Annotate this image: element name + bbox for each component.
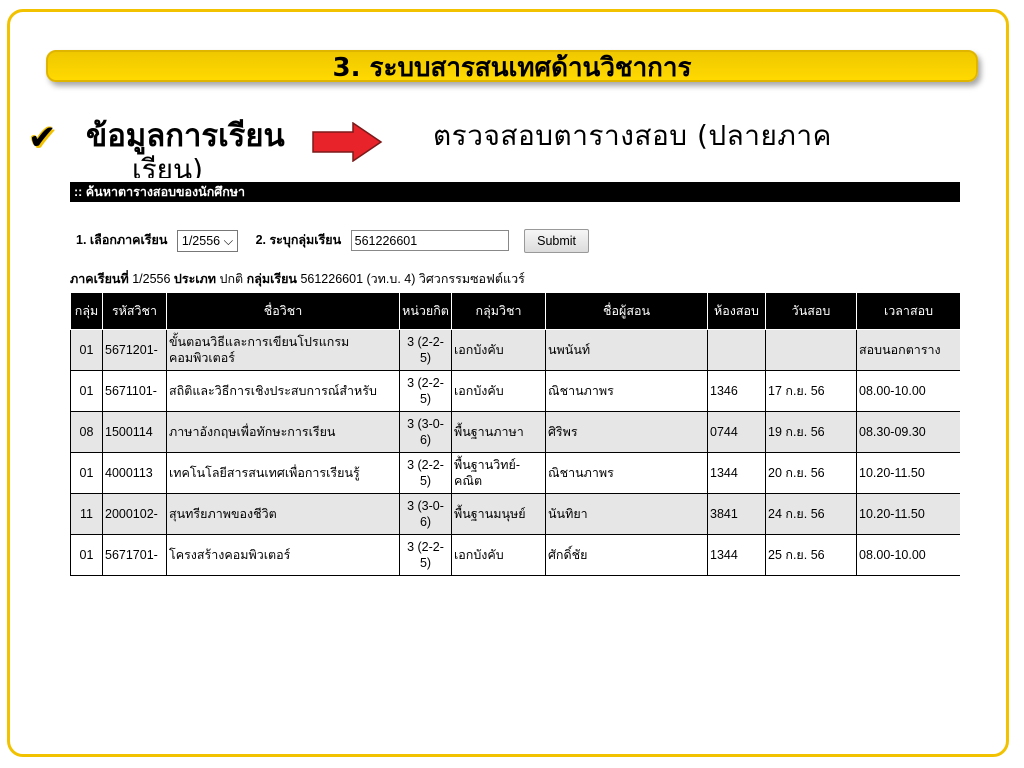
cell-time: 08.30-09.30 [856,411,960,453]
cell-teacher: ณิชานภาพร [545,370,708,412]
submit-button[interactable]: Submit [524,228,590,253]
col-header: ห้องสอบ [707,292,766,330]
cell-time: สอบนอกตาราง [856,329,960,371]
cell-time: 10.20-11.50 [856,493,960,535]
cell-name: โครงสร้างคอมพิวเตอร์ [166,534,400,576]
check-icon: ✔ [28,118,57,158]
cell-category: พื้นฐานมนุษย์ [451,493,546,535]
col-header: ชื่อผู้สอน [545,292,708,330]
cell-teacher: ศิริพร [545,411,708,453]
cell-date [765,329,857,371]
table-row: 01 5671201- ขั้นตอนวิธีและการเขียนโปรแกร… [70,329,960,371]
cell-room: 0744 [707,411,766,453]
cell-room [707,329,766,371]
cell-code: 5671701- [102,534,167,576]
slide-title: 3. ระบบสารสนเทศด้านวิชาการ [46,50,978,83]
cell-date: 25 ก.ย. 56 [765,534,857,576]
exam-search-screenshot: :: ค้นหาตารางสอบของนักศึกษา 1. เลือกภาคเ… [70,182,960,594]
cell-date: 17 ก.ย. 56 [765,370,857,412]
bullet-text-continued: เรียน) [132,153,204,178]
cell-time: 10.20-11.50 [856,452,960,494]
table-row: 11 2000102- สุนทรียภาพของชีวิต 3 (3-0-6)… [70,493,960,535]
cell-code: 5671201- [102,329,167,371]
col-header: ชื่อวิชา [166,292,400,330]
cell-group: 01 [70,370,103,412]
panel-header: :: ค้นหาตารางสอบของนักศึกษา [70,182,960,202]
cell-code: 1500114 [102,411,167,453]
cell-credit: 3 (2-2-5) [399,329,452,371]
chevron-down-icon: ⌵ [223,233,234,248]
cell-name: ภาษาอังกฤษเพื่อทักษะการเรียน [166,411,400,453]
info-type-label: ประเภท [173,272,217,286]
cell-room: 1344 [707,534,766,576]
semester-select-value: 1/2556 [181,233,221,248]
table-row: 01 4000113 เทคโนโลยีสารสนเทศเพื่อการเรีย… [70,452,960,494]
cell-category: เอกบังคับ [451,534,546,576]
cell-group: 01 [70,534,103,576]
cell-date: 20 ก.ย. 56 [765,452,857,494]
cell-teacher: นพนันท์ [545,329,708,371]
cell-room: 1346 [707,370,766,412]
table-row: 01 5671101- สถิติและวิธีการเชิงประสบการณ… [70,370,960,412]
cell-teacher: นันทิยา [545,493,708,535]
table-header-row: กลุ่ม รหัสวิชา ชื่อวิชา หน่วยกิต กลุ่มวิ… [70,292,960,330]
cell-category: พื้นฐานภาษา [451,411,546,453]
search-info: ภาคเรียนที่ 1/2556 ประเภท ปกติ กลุ่มเรีย… [70,270,525,288]
cell-name: สถิติและวิธีการเชิงประสบการณ์สำหรับ [166,370,400,412]
cell-credit: 3 (2-2-5) [399,534,452,576]
cell-group: 01 [70,452,103,494]
table-row: 01 5671701- โครงสร้างคอมพิวเตอร์ 3 (2-2-… [70,534,960,576]
cell-code: 5671101- [102,370,167,412]
cell-room: 3841 [707,493,766,535]
cell-credit: 3 (2-2-5) [399,370,452,412]
info-type-value: ปกติ [219,272,244,286]
exam-schedule-table: กลุ่ม รหัสวิชา ชื่อวิชา หน่วยกิต กลุ่มวิ… [70,292,960,576]
cell-date: 19 ก.ย. 56 [765,411,857,453]
cell-time: 08.00-10.00 [856,370,960,412]
cell-code: 4000113 [102,452,167,494]
cell-category: เอกบังคับ [451,370,546,412]
info-semester-value: 1/2556 [132,272,171,286]
cell-category: เอกบังคับ [451,329,546,371]
col-header: รหัสวิชา [102,292,167,330]
col-header: วันสอบ [765,292,857,330]
cell-teacher: ศักดิ์ชัย [545,534,708,576]
table-row: 08 1500114 ภาษาอังกฤษเพื่อทักษะการเรียน … [70,411,960,453]
cell-name: ขั้นตอนวิธีและการเขียนโปรแกรมคอมพิวเตอร์ [166,329,400,371]
info-group-label: กลุ่มเรียน [246,272,297,286]
cell-code: 2000102- [102,493,167,535]
cell-name: สุนทรียภาพของชีวิต [166,493,400,535]
cell-credit: 3 (2-2-5) [399,452,452,494]
col-header: กลุ่ม [70,292,103,330]
bullet-text: ตรวจสอบตารางสอบ (ปลายภาค [433,119,832,152]
cell-teacher: ณิชานภาพร [545,452,708,494]
cell-date: 24 ก.ย. 56 [765,493,857,535]
cell-credit: 3 (3-0-6) [399,493,452,535]
cell-group: 08 [70,411,103,453]
group-label: 2. ระบุกลุ่มเรียน [255,233,342,247]
col-header: หน่วยกิต [399,292,452,330]
info-semester-label: ภาคเรียนที่ [70,272,129,286]
info-group-value: 561226601 (วท.บ. 4) วิศวกรรมซอฟต์แวร์ [300,272,525,286]
col-header: กลุ่มวิชา [451,292,546,330]
semester-select[interactable]: 1/2556 ⌵ [176,229,239,252]
cell-credit: 3 (3-0-6) [399,411,452,453]
search-form: 1. เลือกภาคเรียน 1/2556 ⌵ 2. ระบุกลุ่มเร… [76,228,590,253]
cell-group: 11 [70,493,103,535]
col-header: เวลาสอบ [856,292,960,330]
right-arrow-icon [312,122,383,162]
cell-group: 01 [70,329,103,371]
cell-time: 08.00-10.00 [856,534,960,576]
semester-label: 1. เลือกภาคเรียน [76,233,168,247]
group-input[interactable]: 561226601 [350,230,509,252]
cell-room: 1344 [707,452,766,494]
cell-name: เทคโนโลยีสารสนเทศเพื่อการเรียนรู้ [166,452,400,494]
cell-category: พื้นฐานวิทย์-คณิต [451,452,546,494]
